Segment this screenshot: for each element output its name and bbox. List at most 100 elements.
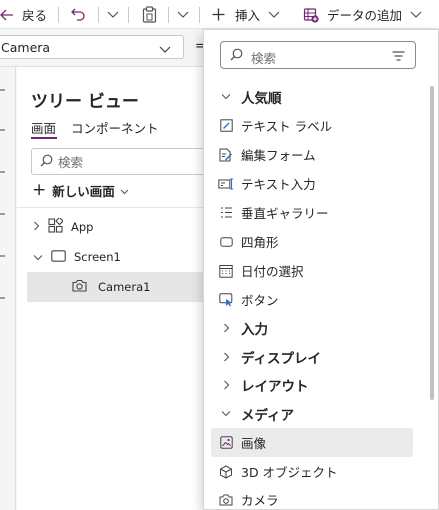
chevron-down-icon [33,250,43,264]
tree-view-title: ツリー ビュー [31,92,139,112]
toolbar-divider [168,7,169,23]
insert-search-input[interactable]: 検索 [220,41,416,69]
category-layout[interactable]: レイアウト [211,370,413,399]
scrollbar-thumb[interactable] [430,86,434,400]
database-add-icon [303,7,319,23]
edit-form-icon [211,148,241,162]
chevron-down-icon [211,93,241,100]
screen-icon [51,249,66,265]
chevron-right-icon [33,220,40,234]
add-data-label: データの追加 [327,8,403,23]
toolbar-divider [128,7,129,23]
insert-button[interactable]: 挿入 [212,0,280,29]
new-screen-button[interactable]: + 新しい画面 [32,181,129,200]
paste-dropdown-button[interactable] [177,0,189,29]
tree-view-panel: ツリー ビュー 画面 コンポーネント 検索 + 新しい画面 App Screen… [17,67,221,510]
rail-icon[interactable] [0,255,5,257]
paste-button[interactable] [142,0,157,29]
tab-components[interactable]: コンポーネント [71,118,159,137]
category-media[interactable]: メディア [211,399,413,428]
tree-search-placeholder: 検索 [58,155,84,170]
menu-item-label: テキスト ラベル [241,119,333,134]
menu-item-button[interactable]: ボタン [211,285,413,314]
search-icon [40,154,58,170]
command-bar: 戻る 挿入 データの追加 [0,0,439,29]
category-popular[interactable]: 人気順 [211,82,413,111]
menu-item-camera[interactable]: カメラ [211,485,413,510]
tree-node-label: Camera1 [98,280,151,294]
menu-item-text-input[interactable]: テキスト入力 [211,169,413,198]
rail-icon[interactable] [0,171,5,173]
left-rail [0,67,16,510]
back-button[interactable]: 戻る [0,0,47,29]
chevron-right-icon [211,380,241,390]
category-display[interactable]: ディスプレイ [211,342,413,371]
insert-search-placeholder: 検索 [251,51,277,66]
plus-icon: + [32,180,47,200]
image-icon [211,436,241,449]
menu-item-label: メディア [241,407,295,424]
tree-node-label: App [71,220,94,234]
menu-item-date-picker[interactable]: 日付の選択 [211,256,413,285]
menu-item-label: 入力 [241,321,268,338]
add-data-button[interactable]: データの追加 [303,0,422,29]
active-tab-indicator [31,137,57,139]
menu-item-vertical-gallery[interactable]: 垂直ギャラリー [211,198,413,227]
menu-item-label: 日付の選択 [241,264,304,279]
rectangle-icon [211,236,241,247]
chevron-down-icon [268,11,280,19]
menu-item-label: レイアウト [241,378,309,395]
menu-item-label: ボタン [241,293,279,308]
menu-item-label: カメラ [241,493,279,508]
control-selector-value: Camera [1,39,51,55]
rail-icon[interactable] [0,129,5,131]
menu-item-label: テキスト入力 [241,177,316,192]
paste-icon [142,6,157,23]
insert-label: 挿入 [235,8,261,23]
date-picker-icon [211,264,241,278]
tree-node-app[interactable]: App [33,212,93,242]
undo-dropdown-button[interactable] [107,0,119,29]
undo-icon [70,7,86,23]
chevron-down-icon [159,42,171,57]
text-input-icon [211,177,241,190]
menu-item-rectangle[interactable]: 四角形 [211,227,413,256]
search-icon [230,48,243,64]
menu-item-label: 四角形 [241,235,279,250]
undo-button[interactable] [70,0,86,29]
rail-icon[interactable] [0,89,5,91]
button-icon [211,292,241,307]
filter-icon[interactable] [392,50,405,64]
menu-item-label: 編集フォーム [241,148,316,163]
menu-item-image[interactable]: 画像 [211,428,413,457]
menu-item-label: 人気順 [241,90,282,107]
tree-search-input[interactable]: 検索 [31,148,221,175]
plus-icon [212,8,225,21]
toolbar-divider [199,7,200,23]
3d-object-icon [211,464,241,479]
text-label-icon [211,119,241,132]
chevron-right-icon [211,352,241,362]
menu-item-label: ディスプレイ [241,350,322,367]
chevron-down-icon [410,11,422,19]
menu-item-label: 垂直ギャラリー [241,206,329,221]
toolbar-divider [98,7,99,23]
menu-item-3d-object[interactable]: 3D オブジェクト [211,457,413,486]
tree-node-camera1[interactable]: Camera1 [72,272,150,302]
tab-screens[interactable]: 画面 [31,118,56,137]
tree-node-screen1[interactable]: Screen1 [33,242,121,272]
menu-item-text-label[interactable]: テキスト ラベル [211,111,413,140]
back-arrow-icon [0,9,14,21]
menu-item-label: 3D オブジェクト [241,465,338,480]
toolbar-divider [58,7,59,23]
chevron-right-icon [211,323,241,333]
chevron-down-icon [211,410,241,417]
chevron-down-icon [107,11,119,19]
camera-icon [211,494,241,506]
control-selector[interactable]: Camera [0,35,184,59]
rail-icon[interactable] [0,213,5,215]
rail-icon[interactable] [0,297,5,299]
category-input[interactable]: 入力 [211,313,413,342]
menu-item-edit-form[interactable]: 編集フォーム [211,140,413,169]
new-screen-label: 新しい画面 [52,184,115,199]
